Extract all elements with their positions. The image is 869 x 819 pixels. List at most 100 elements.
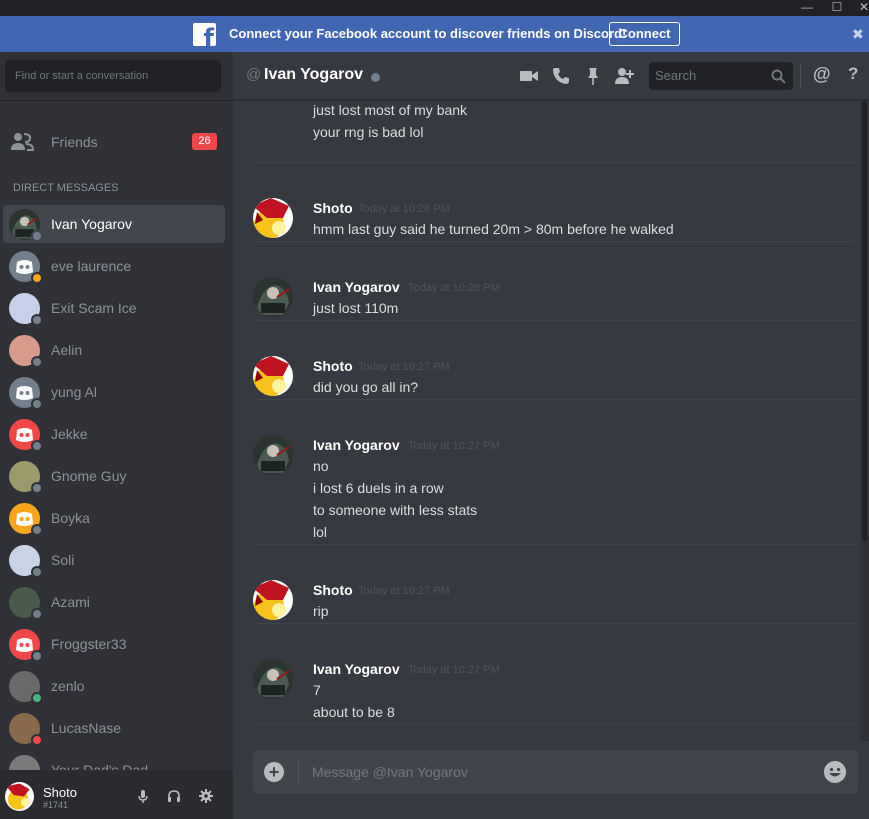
maximize-icon[interactable]: ☐ bbox=[822, 0, 852, 16]
message-input[interactable]: Message @Ivan Yogarov bbox=[312, 764, 468, 780]
message-divider bbox=[253, 320, 855, 321]
dm-sidebar: Find or start a conversation Friends 26 … bbox=[0, 52, 233, 819]
status-indicator bbox=[31, 650, 43, 662]
at-symbol: @ bbox=[246, 66, 262, 83]
find-conversation-input[interactable]: Find or start a conversation bbox=[5, 60, 221, 92]
dm-item[interactable]: LucasNase bbox=[3, 709, 225, 747]
status-indicator bbox=[31, 440, 43, 452]
facebook-icon: f bbox=[193, 23, 216, 46]
dm-name: eve laurence bbox=[51, 258, 132, 274]
dm-name: LucasNase bbox=[51, 720, 122, 736]
status-indicator bbox=[31, 692, 43, 704]
message-composer[interactable]: + Message @Ivan Yogarov bbox=[253, 750, 858, 794]
avatar[interactable] bbox=[253, 435, 293, 475]
status-indicator bbox=[31, 230, 43, 242]
dm-name: Jekke bbox=[51, 426, 88, 442]
close-banner-icon[interactable]: ✖ bbox=[852, 26, 864, 43]
divider bbox=[0, 100, 233, 101]
dm-item[interactable]: eve laurence bbox=[3, 247, 225, 285]
avatar[interactable] bbox=[253, 659, 293, 699]
message-author[interactable]: Ivan Yogarov bbox=[313, 437, 400, 453]
settings-gear-icon[interactable] bbox=[199, 789, 213, 803]
avatar[interactable] bbox=[253, 277, 293, 317]
dm-item[interactable]: yung Al bbox=[3, 373, 225, 411]
friends-icon bbox=[11, 133, 34, 151]
message-divider bbox=[253, 544, 855, 545]
message-text: your rng is bad lol bbox=[313, 124, 424, 140]
status-indicator bbox=[31, 272, 43, 284]
dm-item[interactable]: Boyka bbox=[3, 499, 225, 537]
dm-item[interactable]: Azami bbox=[3, 583, 225, 621]
avatar[interactable] bbox=[253, 356, 293, 396]
message-divider bbox=[253, 399, 855, 400]
dm-item[interactable]: Froggster33 bbox=[3, 625, 225, 663]
dm-item[interactable]: zenlo bbox=[3, 667, 225, 705]
status-indicator bbox=[31, 356, 43, 368]
message-timestamp: Today at 10:26 PM bbox=[408, 282, 500, 294]
message-text: i lost 6 duels in a row bbox=[313, 480, 444, 496]
help-icon[interactable]: ? bbox=[848, 64, 858, 84]
dm-item[interactable]: Exit Scam Ice bbox=[3, 289, 225, 327]
dm-item[interactable]: Jekke bbox=[3, 415, 225, 453]
minimize-icon[interactable]: — bbox=[792, 0, 822, 16]
friends-count-badge: 26 bbox=[192, 133, 217, 150]
avatar[interactable] bbox=[253, 198, 293, 238]
status-indicator bbox=[31, 608, 43, 620]
dm-item[interactable]: Gnome Guy bbox=[3, 457, 225, 495]
close-window-icon[interactable]: ✕ bbox=[849, 0, 869, 16]
dm-item[interactable]: Aelin bbox=[3, 331, 225, 369]
mentions-icon[interactable]: @ bbox=[813, 64, 831, 85]
add-friend-icon[interactable] bbox=[614, 66, 634, 86]
scrollbar-thumb[interactable] bbox=[862, 101, 867, 541]
message-author[interactable]: Ivan Yogarov bbox=[313, 279, 400, 295]
connect-button[interactable]: Connect bbox=[609, 22, 680, 46]
dm-name: Azami bbox=[51, 594, 90, 610]
message-timestamp: Today at 10:27 PM bbox=[408, 440, 500, 452]
chat-header: @ Ivan Yogarov Search @ ? bbox=[233, 52, 869, 100]
headphones-icon[interactable] bbox=[167, 789, 181, 803]
friends-nav-item[interactable]: Friends 26 bbox=[0, 124, 233, 160]
friends-label: Friends bbox=[51, 134, 98, 150]
message-author[interactable]: Shoto bbox=[313, 582, 353, 598]
dm-item[interactable]: Soli bbox=[3, 541, 225, 579]
divider bbox=[298, 760, 299, 784]
upload-plus-icon[interactable]: + bbox=[264, 762, 284, 782]
dm-name: Soli bbox=[51, 552, 75, 568]
username: Shoto bbox=[43, 785, 77, 800]
dm-name: Boyka bbox=[51, 510, 90, 526]
pinned-messages-icon[interactable] bbox=[583, 66, 603, 86]
search-placeholder: Search bbox=[655, 68, 697, 83]
message-text: just lost most of my bank bbox=[313, 102, 468, 118]
message-timestamp: Today at 10:27 PM bbox=[358, 585, 450, 597]
status-indicator bbox=[31, 482, 43, 494]
status-indicator bbox=[31, 524, 43, 536]
emoji-picker-icon[interactable] bbox=[824, 761, 846, 783]
message-author[interactable]: Shoto bbox=[313, 200, 353, 216]
message-text: just lost 110m bbox=[313, 300, 399, 316]
search-input[interactable]: Search bbox=[649, 62, 793, 90]
dm-name: Aelin bbox=[51, 342, 83, 358]
search-icon bbox=[771, 69, 786, 84]
avatar[interactable] bbox=[253, 580, 293, 620]
avatar[interactable] bbox=[5, 782, 34, 811]
status-indicator bbox=[371, 73, 380, 82]
message-author[interactable]: Shoto bbox=[313, 358, 353, 374]
message-text: lol bbox=[313, 524, 328, 540]
video-call-icon[interactable] bbox=[519, 66, 539, 86]
dm-name: yung Al bbox=[51, 384, 97, 400]
status-indicator bbox=[31, 566, 43, 578]
message-divider bbox=[253, 241, 855, 242]
message-author[interactable]: Ivan Yogarov bbox=[313, 661, 400, 677]
dm-item[interactable]: Ivan Yogarov bbox=[3, 205, 225, 243]
recipient-name[interactable]: Ivan Yogarov bbox=[264, 66, 363, 84]
dm-name: Exit Scam Ice bbox=[51, 300, 137, 316]
facebook-connect-banner: f Connect your Facebook account to disco… bbox=[0, 16, 869, 52]
user-tag: #1741 bbox=[43, 800, 69, 810]
user-panel: Shoto #1741 bbox=[0, 770, 233, 819]
voice-call-icon[interactable] bbox=[551, 66, 571, 86]
microphone-icon[interactable] bbox=[136, 789, 150, 803]
message-text: did you go all in? bbox=[313, 379, 419, 395]
divider bbox=[800, 64, 801, 88]
dm-name: zenlo bbox=[51, 678, 85, 694]
banner-text: Connect your Facebook account to discove… bbox=[229, 26, 627, 41]
